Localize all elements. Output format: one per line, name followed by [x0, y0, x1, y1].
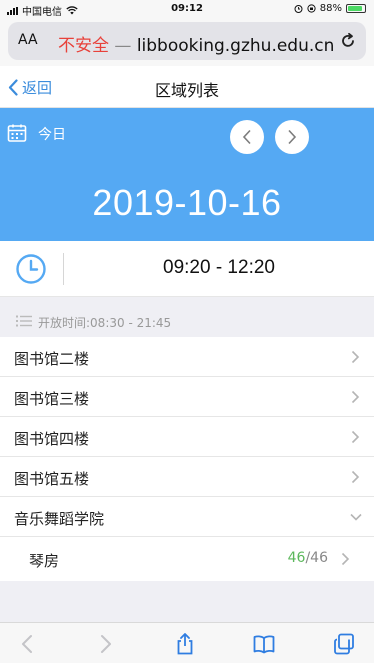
alarm-icon [294, 5, 303, 13]
chevron-left-icon [242, 129, 251, 145]
open-hours-bar: 开放时间:08:30 - 21:45 [0, 306, 374, 336]
seat-availability: 46/46 [288, 550, 328, 566]
list-icon [16, 315, 32, 327]
expanded-area-item[interactable]: 音乐舞蹈学院 [0, 497, 374, 537]
area-name: 图书馆二楼 [14, 350, 90, 368]
open-hours-text: 开放时间:08:30 - 21:45 [38, 316, 172, 330]
bookmarks-icon[interactable] [252, 632, 276, 656]
url-host: libbooking.gzhu.edu.cn [136, 36, 335, 56]
list-item[interactable]: 图书馆二楼 [0, 337, 374, 377]
next-day-button[interactable] [275, 120, 309, 154]
navigation-bar: 返回 区域列表 [0, 66, 374, 108]
url-separator: — [114, 36, 132, 56]
browser-toolbar [0, 622, 374, 663]
chevron-right-icon [351, 350, 360, 364]
clock-icon [16, 254, 46, 284]
time-range-value: 09:20 - 12:20 [163, 257, 275, 278]
share-icon[interactable] [173, 632, 197, 656]
battery-icon [346, 4, 366, 13]
total-seats: /46 [305, 550, 328, 566]
area-name: 图书馆五楼 [14, 470, 90, 488]
today-label[interactable]: 今日 [38, 124, 66, 144]
area-name: 音乐舞蹈学院 [14, 510, 105, 528]
reload-icon[interactable] [338, 31, 358, 51]
selected-date: 2019-10-16 [92, 182, 282, 223]
status-bar: 中国电信 09:12 88% [0, 0, 374, 18]
room-item[interactable]: 琴房 46/46 [0, 537, 374, 581]
area-list: 图书馆二楼 图书馆三楼 图书馆四楼 图书馆五楼 音乐舞蹈学院 琴房 46/46 [0, 337, 374, 581]
browser-url-bar: AA 不安全 — libbooking.gzhu.edu.cn [0, 18, 374, 66]
area-name: 图书馆三楼 [14, 390, 90, 408]
available-seats: 46 [287, 550, 306, 566]
list-item[interactable]: 图书馆三楼 [0, 377, 374, 417]
battery-fill [348, 6, 363, 11]
chevron-right-icon [288, 129, 297, 145]
browser-forward-icon[interactable] [93, 632, 117, 656]
list-item[interactable]: 图书馆四楼 [0, 417, 374, 457]
previous-day-button[interactable] [230, 120, 264, 154]
time-range-selector[interactable]: 09:20 - 12:20 [0, 241, 374, 297]
chevron-right-icon [351, 430, 360, 444]
url-display[interactable]: 不安全 — libbooking.gzhu.edu.cn [58, 31, 334, 56]
orientation-lock-icon [307, 4, 316, 13]
room-name: 琴房 [29, 552, 60, 570]
page-title: 区域列表 [154, 81, 219, 100]
reader-options-button[interactable]: AA [18, 32, 38, 48]
chevron-right-icon [351, 470, 360, 484]
list-item[interactable]: 图书馆五楼 [0, 457, 374, 497]
status-right: 88% [294, 3, 366, 14]
calendar-icon [7, 124, 27, 142]
chevron-right-icon [341, 552, 350, 566]
tabs-icon[interactable] [332, 632, 356, 656]
battery-percent: 88% [319, 3, 342, 14]
area-name: 图书馆四楼 [14, 430, 90, 448]
chevron-down-icon [350, 513, 362, 521]
address-field[interactable]: AA 不安全 — libbooking.gzhu.edu.cn [8, 22, 366, 60]
insecure-label: 不安全 [58, 36, 109, 56]
browser-back-icon[interactable] [16, 632, 40, 656]
chevron-right-icon [351, 390, 360, 404]
date-panel: 今日 2019-10-16 [0, 108, 374, 241]
